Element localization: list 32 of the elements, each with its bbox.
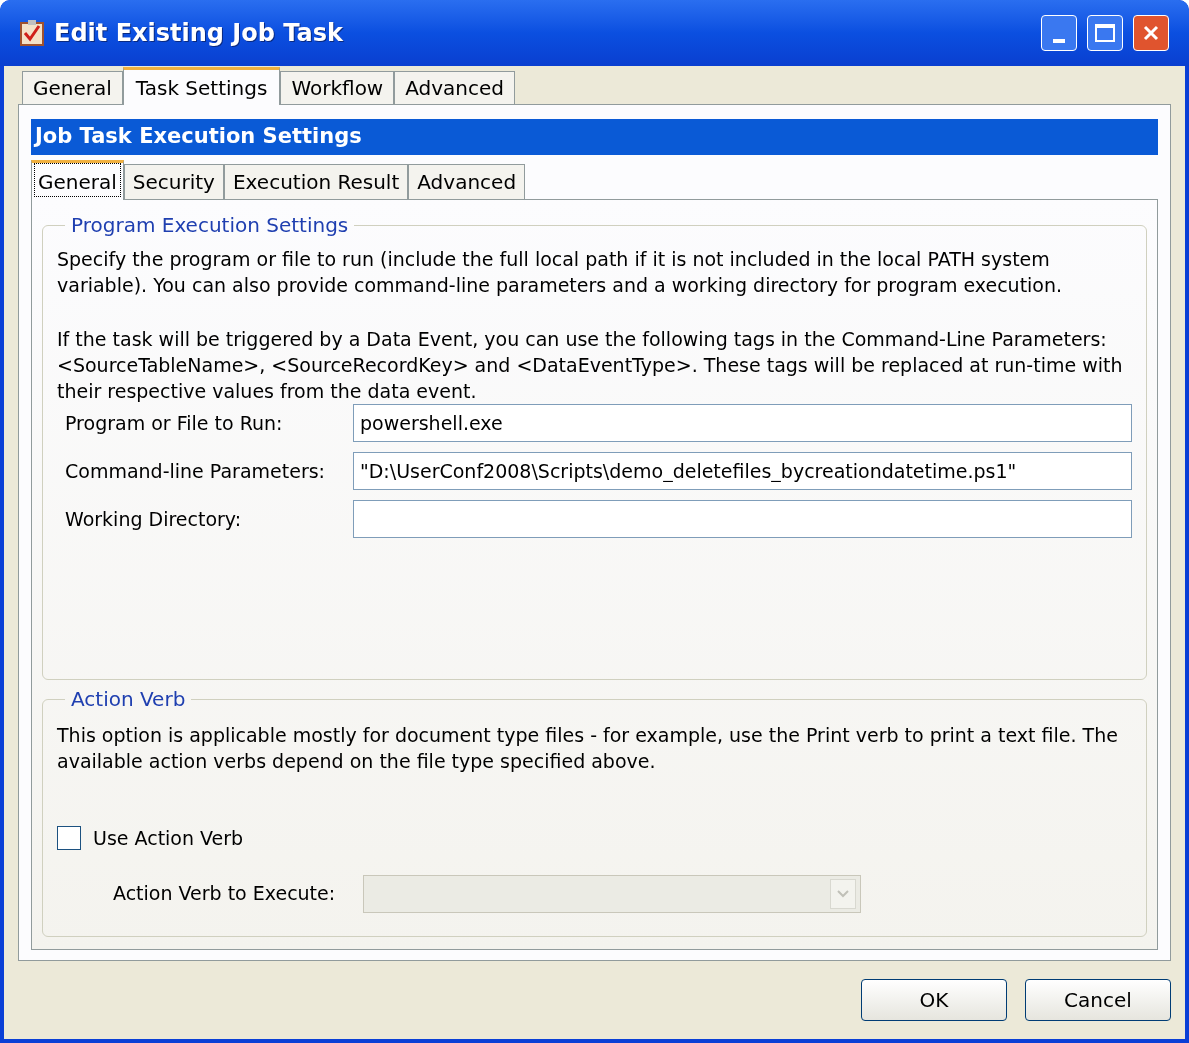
field-label: Program or File to Run: bbox=[64, 410, 284, 436]
maximize-button[interactable] bbox=[1087, 15, 1123, 51]
input-field[interactable]: powershell.exe bbox=[353, 404, 1132, 442]
description-text: If the task will be triggered by a Data Event, you can use the following tags in the Command-Line Parameters: <SourceTableName>, <SourceRecordKey> and <DataEventType>. These tags will be replaced at run-time with their respective values from the data event. bbox=[57, 327, 1124, 404]
tab[interactable]: Security bbox=[123, 164, 224, 199]
checkbox-label: Use Action Verb bbox=[93, 826, 244, 851]
input-field[interactable] bbox=[353, 500, 1132, 538]
minimize-button[interactable] bbox=[1041, 15, 1077, 51]
description-text: This option is applicable mostly for document type files - for example, use the Print verb to print a text file. The available action verbs depend on the file type specified above. bbox=[57, 723, 1119, 774]
field-label: Working Directory: bbox=[64, 506, 243, 532]
tab[interactable]: Execution Result bbox=[223, 164, 409, 199]
dialog-button[interactable]: OK bbox=[861, 979, 1007, 1021]
checkbox[interactable] bbox=[57, 826, 81, 851]
window-title: Edit Existing Job Task bbox=[54, 18, 343, 49]
dialog-button[interactable]: Cancel bbox=[1025, 979, 1171, 1021]
close-button[interactable] bbox=[1133, 15, 1169, 51]
field-label: Command-line Parameters: bbox=[64, 458, 326, 484]
group-title: Action Verb bbox=[70, 686, 187, 713]
close-icon bbox=[1142, 24, 1160, 42]
tab[interactable]: Advanced bbox=[394, 71, 516, 104]
tab[interactable]: Workflow bbox=[280, 71, 395, 104]
description-text: Specify the program or file to run (include the full local path if it is not included in the local PATH system variable). You can also provide command-line parameters and a working directory for program execution. bbox=[57, 247, 1064, 298]
chevron-down-icon bbox=[830, 878, 856, 909]
tab[interactable]: Task Settings bbox=[122, 67, 281, 105]
input-field[interactable]: "D:\UserConf2008\Scripts\demo_deletefiles_bycreationdatetime.ps1" bbox=[353, 452, 1132, 490]
field-label: Action Verb to Execute: bbox=[113, 881, 337, 907]
tab[interactable]: General bbox=[22, 71, 123, 104]
tab[interactable]: Advanced bbox=[408, 164, 526, 199]
checklist-icon bbox=[20, 20, 44, 46]
group-title: Program Execution Settings bbox=[70, 212, 350, 239]
section-header: Job Task Execution Settings bbox=[31, 119, 1158, 155]
tab[interactable]: General bbox=[31, 160, 124, 200]
